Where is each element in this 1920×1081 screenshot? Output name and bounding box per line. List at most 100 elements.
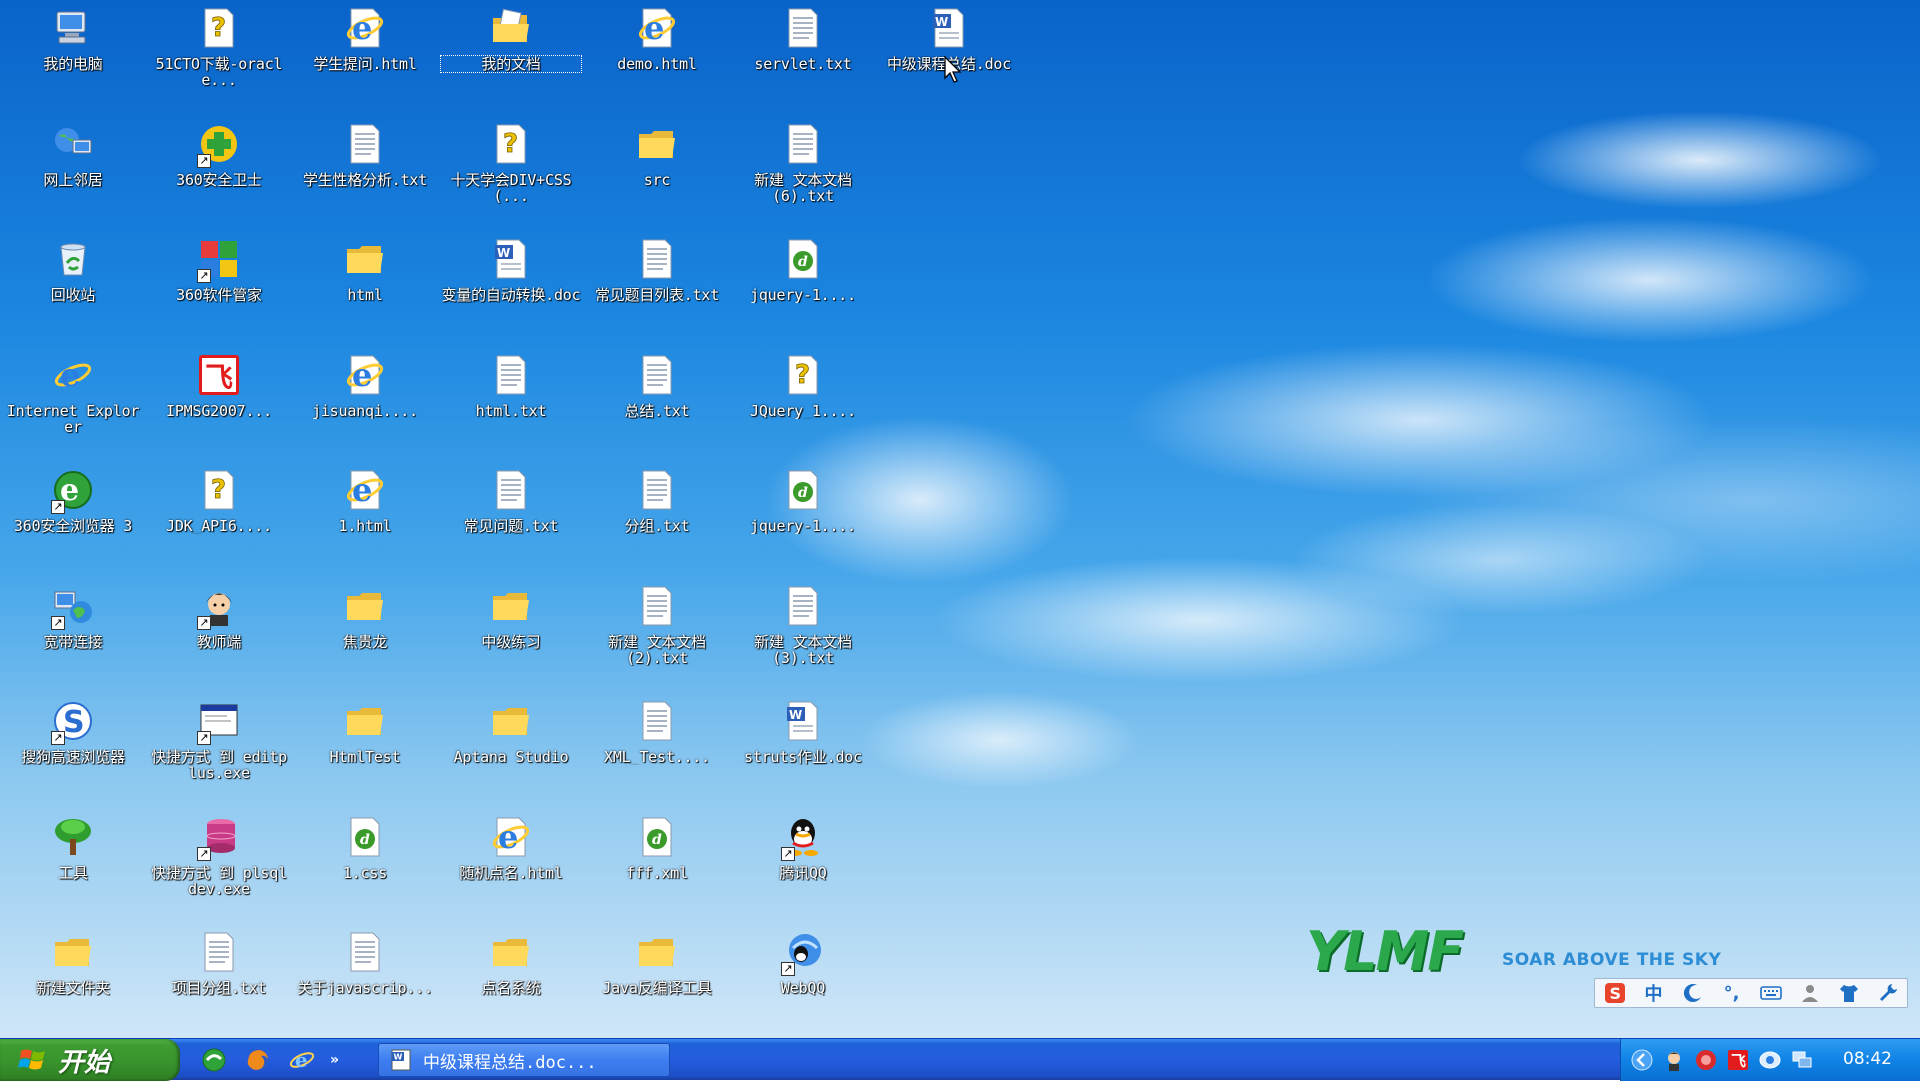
monitor-tray-icon[interactable] (1789, 1047, 1815, 1073)
desktop-icon-label: 360软件管家 (176, 287, 262, 303)
desktop-icon[interactable]: servlet.txt (730, 0, 876, 116)
desktop-icon[interactable]: 项目分组.txt (146, 924, 292, 1040)
desktop-icon[interactable]: Wstruts作业.doc (730, 693, 876, 809)
desktop-icon[interactable]: e 1.html (292, 462, 438, 578)
desktop-icon[interactable]: 焦贵龙 (292, 578, 438, 694)
desktop-icon-label: src (643, 171, 671, 188)
svg-text:W: W (497, 246, 510, 260)
taskbar-button-active-doc[interactable]: W 中级课程总结.doc... (378, 1043, 670, 1077)
desktop-icon[interactable]: html.txt (438, 347, 584, 463)
desktop-icon[interactable]: html (292, 231, 438, 347)
desktop-icon[interactable]: W 变量的自动转换.doc (438, 231, 584, 347)
desktop-icon[interactable]: ↗ 教师端 (146, 578, 292, 694)
quick-launch-more[interactable]: » (330, 1052, 339, 1068)
desktop-icon[interactable]: d jquery-1.... (730, 462, 876, 578)
desktop-icon[interactable]: d jquery-1.... (730, 231, 876, 347)
desktop-icon[interactable]: 常见问题.txt (438, 462, 584, 578)
desktop-icon[interactable]: 新建 文本文档 (2).txt (584, 578, 730, 694)
desktop-icon[interactable]: 我的文档 (438, 0, 584, 116)
ipmsg-tray-icon[interactable]: 飞 (1725, 1047, 1751, 1073)
360-browser-icon[interactable] (200, 1046, 228, 1074)
chevron-left-icon[interactable] (1629, 1047, 1655, 1073)
desktop-icon[interactable]: S ↗ 搜狗高速浏览器 (0, 693, 146, 809)
desktop-icon[interactable]: 新建 文本文档 (3).txt (730, 578, 876, 694)
punctuation-icon[interactable]: °, (1717, 980, 1747, 1006)
sogou-s-icon[interactable]: S (1600, 980, 1630, 1006)
desktop-icon[interactable]: ↗ 360安全卫士 (146, 116, 292, 232)
desktop-icon[interactable]: 关于javascrip... (292, 924, 438, 1040)
svg-text:S: S (1609, 984, 1621, 1003)
desktop-icon[interactable]: 网上邻居 (0, 116, 146, 232)
desktop-icon[interactable]: d fff.xml (584, 809, 730, 925)
desktop-icon-label: fff.xml (626, 864, 688, 881)
desktop-icon[interactable]: ? JQuery_1.... (730, 347, 876, 463)
desktop-icon[interactable]: 学生性格分析.txt (292, 116, 438, 232)
desktop-icon[interactable]: HtmlTest (292, 693, 438, 809)
desktop-icon[interactable]: e Internet Explorer (0, 347, 146, 463)
teacher-tray-icon[interactable] (1661, 1047, 1687, 1073)
start-label: 开始 (58, 1047, 111, 1078)
desktop-icon[interactable]: 新建文件夹 (0, 924, 146, 1040)
desktop-icon[interactable]: 工具 (0, 809, 146, 925)
desktop-icon-label: 1.html (338, 518, 392, 534)
desktop[interactable]: 我的电脑 网上邻居 回收站 e Internet Explorer e ↗ 360安全浏览器 … (0, 0, 1920, 1038)
desktop-icon-label: servlet.txt (754, 56, 852, 72)
desktop-icon[interactable]: Aptana Studio (438, 693, 584, 809)
html-file-icon: e (487, 813, 535, 861)
word-file-icon: W (487, 235, 535, 283)
svg-text:e: e (295, 1048, 308, 1072)
desktop-icon-label: IPMSG2007... (166, 402, 272, 419)
skin-shirt-icon[interactable] (1834, 980, 1864, 1006)
desktop-icon-label: 我的文档 (440, 55, 582, 73)
desktop-icon[interactable]: e ↗ 360安全浏览器 3 (0, 462, 146, 578)
desktop-icon[interactable]: XML_Test.... (584, 693, 730, 809)
desktop-icon[interactable]: ↗ WebQQ (730, 924, 876, 1040)
desktop-icon[interactable]: 飞 IPMSG2007... (146, 347, 292, 463)
ie-icon[interactable]: e (288, 1046, 316, 1074)
taskbar-clock[interactable]: 08:42 (1843, 1049, 1892, 1069)
half-width-moon-icon[interactable] (1678, 980, 1708, 1006)
desktop-icon[interactable]: ↗ 快捷方式 到 plsqldev.exe (146, 809, 292, 925)
svg-text:?: ? (503, 129, 518, 159)
start-button[interactable]: 开始 (0, 1039, 180, 1081)
mouse-cursor (944, 56, 962, 83)
desktop-icon[interactable]: 我的电脑 (0, 0, 146, 116)
desktop-icon[interactable]: 总结.txt (584, 347, 730, 463)
folder-icon (341, 697, 389, 745)
desktop-icon[interactable]: e 随机点名.html (438, 809, 584, 925)
desktop-icon[interactable]: ↗ 360软件管家 (146, 231, 292, 347)
desktop-icon[interactable]: 常见题目列表.txt (584, 231, 730, 347)
desktop-icon[interactable]: 回收站 (0, 231, 146, 347)
chinese-mode-icon[interactable]: 中 (1639, 980, 1669, 1006)
desktop-icon[interactable]: e 学生提问.html (292, 0, 438, 116)
desktop-icon-label: 总结.txt (624, 402, 690, 419)
desktop-icon[interactable]: src (584, 116, 730, 232)
keyboard-icon[interactable] (1756, 980, 1786, 1006)
desktop-icon[interactable]: ↗ 腾讯QQ (730, 809, 876, 925)
desktop-icon[interactable]: ? JDK_API6.... (146, 462, 292, 578)
folder-icon (487, 697, 535, 745)
desktop-icon[interactable]: d 1.css (292, 809, 438, 925)
wrench-icon[interactable] (1873, 980, 1903, 1006)
ime-toolbar[interactable]: S 中 °, (1594, 978, 1908, 1008)
red-circle-icon[interactable] (1693, 1047, 1719, 1073)
folder-icon (341, 235, 389, 283)
network-tray-icon[interactable] (1757, 1047, 1783, 1073)
svg-text:d: d (798, 254, 808, 270)
user-icon[interactable] (1795, 980, 1825, 1006)
recycle-bin-icon (49, 235, 97, 283)
desktop-icon[interactable]: ? 十天学会DIV+CSS(... (438, 116, 584, 232)
desktop-icon[interactable]: 中级练习 (438, 578, 584, 694)
desktop-icon-label: 点名系统 (481, 980, 541, 996)
desktop-icon[interactable]: e demo.html (584, 0, 730, 116)
desktop-icon-label: 学生提问.html (313, 56, 417, 72)
desktop-icon[interactable]: 分组.txt (584, 462, 730, 578)
desktop-icon[interactable]: 点名系统 (438, 924, 584, 1040)
desktop-icon[interactable]: e jisuanqi.... (292, 347, 438, 463)
desktop-icon[interactable]: ↗ 宽带连接 (0, 578, 146, 694)
desktop-icon[interactable]: Java反编译工具 (584, 924, 730, 1040)
desktop-icon[interactable]: ? 51CTO下载-oracle... (146, 0, 292, 116)
desktop-icon[interactable]: 新建 文本文档 (6).txt (730, 116, 876, 232)
desktop-icon[interactable]: ↗ 快捷方式 到 editplus.exe (146, 693, 292, 809)
firefox-icon[interactable] (244, 1046, 272, 1074)
